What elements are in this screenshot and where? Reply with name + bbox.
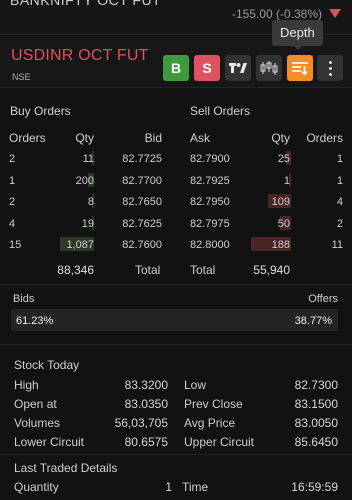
bid-qty-cell: 8 — [87, 196, 94, 208]
previous-instrument-symbol: BANKNIFTY OCT FUT — [10, 0, 162, 8]
quantity-value: 1 — [165, 480, 172, 494]
chart-button[interactable] — [256, 55, 282, 81]
bid-qty-cell: 1,087 — [66, 239, 94, 251]
bid-orders-cell: 2 — [9, 196, 16, 208]
stock-today-title: Stock Today — [14, 358, 80, 372]
tradingview-icon — [229, 63, 247, 73]
ask-orders-cell: 1 — [336, 153, 343, 165]
stat-label: Avg Price — [184, 416, 236, 430]
ask-qty-cell: 1 — [283, 174, 290, 187]
bid-price-header: Bid — [144, 131, 162, 145]
bid-total-qty: 88,346 — [57, 263, 94, 277]
bid-qty-cell: 11 — [82, 153, 94, 165]
ask-price-cell: 82.7950 — [190, 196, 230, 208]
stat-label: High — [14, 378, 39, 392]
bid-price-cell: 82.7700 — [122, 174, 162, 187]
buy-orders-header: Orders — [9, 131, 46, 145]
stat-value: 83.0350 — [124, 397, 168, 411]
ask-orders-cell: 2 — [336, 217, 343, 230]
candlestick-chart-icon — [260, 61, 278, 75]
stat-label: Low — [184, 378, 207, 392]
stat-value: 83.1500 — [294, 397, 338, 411]
ask-price-cell: 82.7975 — [190, 217, 230, 230]
bid-qty-cell: 19 — [81, 217, 94, 230]
stat-value: 83.3200 — [124, 378, 168, 392]
stat-label: Lower Circuit — [14, 435, 85, 449]
ask-price-cell: 82.7925 — [190, 174, 230, 187]
ask-orders-cell: 1 — [336, 174, 343, 187]
sell-button[interactable]: S — [194, 55, 220, 81]
ask-price-cell: 82.7900 — [190, 153, 230, 165]
last-traded-title: Last Traded Details — [14, 461, 118, 475]
buy-button[interactable]: B — [163, 55, 189, 81]
stat-label: Open at — [14, 397, 57, 411]
ask-qty-cell: 188 — [271, 239, 290, 251]
ask-price-cell: 82.8000 — [190, 239, 230, 251]
bid-orders-cell: 4 — [9, 217, 16, 230]
ask-qty-cell: 25 — [277, 153, 290, 165]
instrument-name: USDINR OCT FUT — [11, 47, 149, 64]
bid-orders-cell: 15 — [9, 239, 22, 251]
buy-qty-header: Qty — [75, 131, 94, 145]
time-label: Time — [182, 480, 209, 494]
stat-value: 82.7300 — [294, 378, 338, 392]
stat-label: Upper Circuit — [184, 435, 255, 449]
bid-price-cell: 82.7725 — [122, 153, 162, 165]
ask-qty-cell: 50 — [277, 217, 290, 230]
stat-label: Volumes — [14, 416, 61, 430]
market-depth-icon — [292, 62, 308, 75]
bids-percent: 61.23% — [16, 315, 54, 327]
bid-price-cell: 82.7625 — [122, 217, 162, 230]
ask-orders-cell: 11 — [331, 239, 343, 251]
bid-orders-cell: 2 — [9, 153, 16, 165]
buy-button-label: B — [170, 60, 182, 76]
section-divider — [0, 454, 352, 455]
stat-value: 56,03,705 — [114, 416, 168, 430]
bid-price-cell: 82.7650 — [122, 196, 162, 208]
market-depth-button[interactable] — [287, 55, 313, 81]
stat-value: 83.0050 — [294, 416, 338, 430]
bid-qty-cell: 200 — [75, 174, 94, 187]
bid-total-label: Total — [135, 263, 161, 277]
bids-label: Bids — [13, 293, 35, 305]
exchange-label: NSE — [12, 72, 31, 82]
ask-price-header: Ask — [190, 131, 211, 145]
previous-instrument-change: -155.00 (-0.38%) — [231, 7, 322, 21]
bid-price-cell: 82.7600 — [122, 239, 162, 251]
bid-orders-cell: 1 — [9, 174, 16, 187]
sell-orders-header: Orders — [306, 131, 343, 145]
bids-offers-ratio-bar — [11, 309, 338, 331]
ask-total-label: Total — [190, 263, 216, 277]
stat-value: 80.6575 — [124, 435, 168, 449]
section-divider — [0, 344, 352, 345]
buy-orders-title: Buy Orders — [10, 104, 71, 118]
depth-tooltip: Depth — [272, 20, 323, 46]
section-divider — [0, 284, 352, 285]
offers-percent: 38.77% — [294, 315, 332, 327]
stat-label: Prev Close — [184, 397, 243, 411]
more-vertical-icon — [328, 60, 332, 76]
ask-qty-cell: 109 — [271, 196, 290, 208]
time-value: 16:59:59 — [291, 480, 338, 494]
more-options-button[interactable] — [317, 55, 343, 81]
ask-orders-cell: 4 — [336, 196, 343, 208]
offers-label: Offers — [308, 293, 338, 305]
ask-total-qty: 55,940 — [253, 263, 290, 277]
sell-button-label: S — [202, 60, 212, 76]
tradingview-button[interactable] — [225, 55, 251, 81]
tooltip-pointer — [293, 45, 303, 50]
stat-value: 85.6450 — [294, 435, 338, 449]
quantity-label: Quantity — [14, 480, 59, 494]
sell-qty-header: Qty — [271, 131, 290, 145]
down-triangle-icon — [329, 9, 341, 18]
sell-orders-title: Sell Orders — [190, 104, 251, 118]
